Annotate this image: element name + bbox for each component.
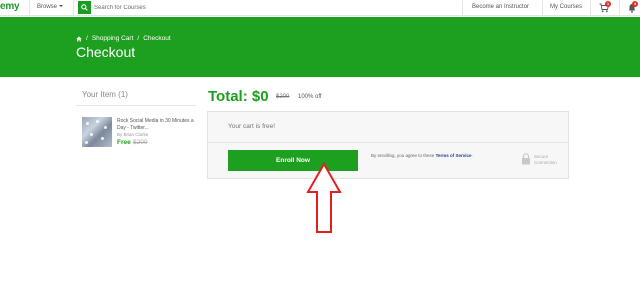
terms-prefix: By enrolling, you agree to these [371, 153, 435, 158]
become-instructor-link[interactable]: Become an Instructor [472, 4, 529, 10]
cart-free-message: Your cart is free! [228, 123, 276, 130]
terms-notice: By enrolling, you agree to these Terms o… [371, 153, 483, 159]
total-original-price: $200 [276, 94, 290, 100]
page-header: / Shopping Cart / Checkout Checkout [0, 17, 640, 77]
cart-item[interactable]: Rock Social Media in 30 Minutes a Day - … [82, 117, 194, 153]
notification-count-badge: 4 [632, 1, 638, 7]
checkout-page: emy Browse Become an Instructor My Cours… [0, 0, 640, 294]
your-item-heading: Your Item (1) [82, 90, 128, 99]
browse-menu[interactable]: Browse [37, 4, 64, 10]
course-original-price: $200 [133, 139, 148, 146]
thumbnail-sparkle [101, 137, 104, 140]
breadcrumb-separator: / [86, 35, 88, 42]
annotation-arrow-up-icon [306, 162, 342, 233]
search-button[interactable] [78, 1, 91, 14]
top-navbar: emy Browse Become an Instructor My Cours… [0, 0, 640, 16]
nav-divider [73, 0, 74, 16]
divider [208, 142, 568, 143]
terms-suffix: . [471, 153, 473, 158]
lock-icon [522, 153, 530, 165]
discount-label: 100% off [298, 94, 322, 100]
search-input[interactable] [94, 1, 294, 14]
total-price: Total: $0 [208, 88, 269, 105]
course-title[interactable]: Rock Social Media in 30 Minutes a Day - … [117, 118, 197, 131]
thumbnail-sparkle [90, 133, 93, 136]
search-icon [81, 4, 88, 11]
breadcrumb-checkout: Checkout [143, 35, 171, 42]
course-price: Free [117, 139, 131, 146]
chevron-down-icon [59, 5, 64, 8]
nav-divider [29, 0, 30, 16]
site-logo[interactable]: emy [0, 1, 20, 12]
thumbnail-sparkle [96, 120, 99, 123]
browse-label: Browse [37, 4, 58, 10]
breadcrumb-separator: / [137, 35, 140, 42]
nav-divider [619, 0, 620, 16]
thumbnail-sparkle [86, 122, 89, 125]
breadcrumb: / Shopping Cart / Checkout [76, 35, 171, 42]
breadcrumb-shopping-cart[interactable]: Shopping Cart [92, 35, 134, 42]
course-thumbnail[interactable] [82, 117, 112, 147]
nav-divider [542, 0, 543, 16]
terms-of-service-link[interactable]: Terms of Service [436, 153, 472, 158]
my-courses-link[interactable]: My Courses [550, 4, 582, 10]
thumbnail-sparkle [104, 126, 107, 129]
checkout-panel: Your cart is free! Enroll Now By enrolli… [207, 111, 569, 179]
course-author: By Brian Clarke [117, 132, 149, 137]
cart-count-badge: 1 [605, 1, 611, 7]
home-icon[interactable] [76, 35, 82, 42]
divider [76, 105, 196, 106]
secure-connection-label: Secure Connection [534, 154, 557, 165]
thumbnail-sparkle [85, 141, 88, 144]
nav-divider [590, 0, 591, 16]
page-title: Checkout [76, 44, 136, 60]
nav-divider [462, 0, 463, 16]
